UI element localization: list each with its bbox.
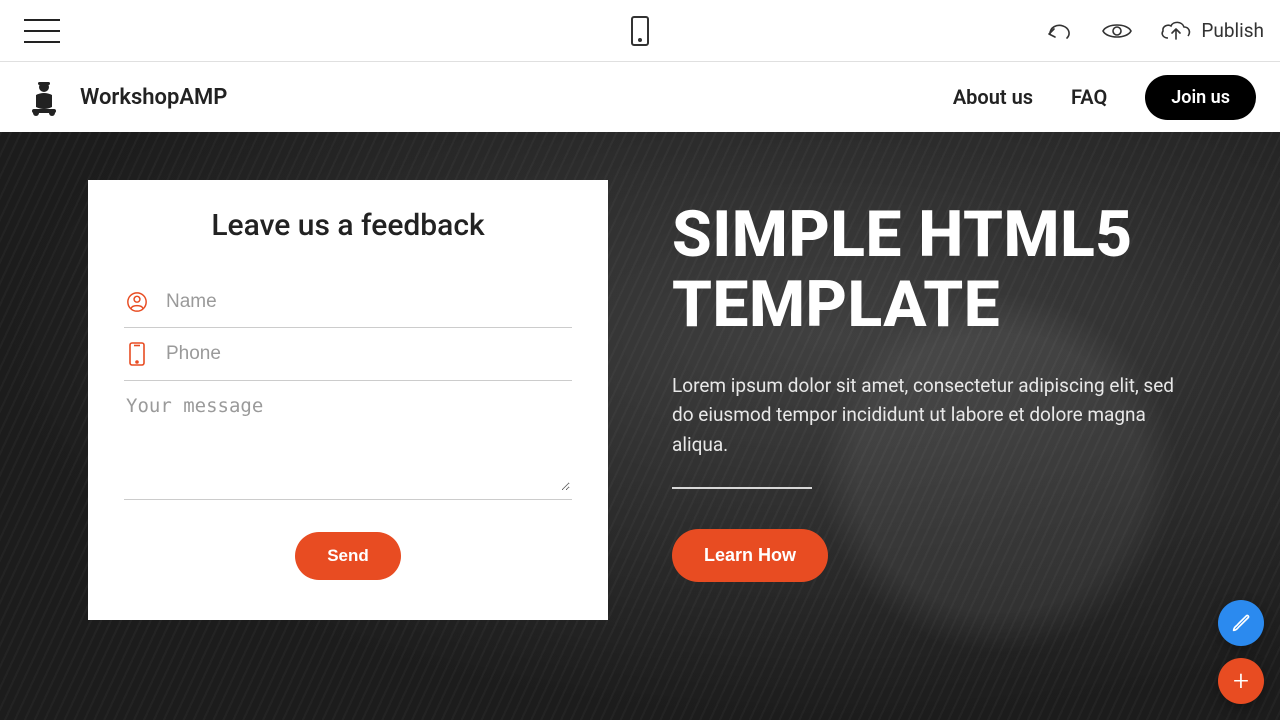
phone-icon: [126, 342, 148, 366]
name-field-row: [124, 277, 572, 328]
editor-toolbar-right: Publish: [1045, 19, 1264, 43]
floating-buttons: +: [1218, 600, 1264, 704]
publish-button[interactable]: Publish: [1159, 19, 1264, 43]
mobile-device-icon: [631, 16, 649, 46]
feedback-card: Leave us a feedback: [88, 180, 608, 620]
name-input[interactable]: [166, 291, 570, 313]
plus-icon: +: [1233, 667, 1249, 695]
preview-button[interactable]: [1101, 20, 1133, 42]
undo-button[interactable]: [1045, 20, 1075, 42]
phone-input[interactable]: [166, 343, 570, 365]
user-icon: [126, 291, 148, 313]
join-us-button[interactable]: Join us: [1145, 75, 1256, 120]
mechanic-logo-icon: [24, 77, 64, 117]
cloud-upload-icon: [1159, 19, 1193, 43]
hero-divider: [672, 487, 812, 489]
hero-body: Lorem ipsum dolor sit amet, consectetur …: [672, 371, 1190, 459]
device-preview-toggle[interactable]: [631, 16, 649, 46]
add-block-button[interactable]: +: [1218, 658, 1264, 704]
brand[interactable]: WorkshopAMP: [24, 77, 227, 117]
site-header: WorkshopAMP About us FAQ Join us: [0, 62, 1280, 132]
message-textarea[interactable]: [126, 395, 570, 491]
brush-icon: [1230, 612, 1252, 634]
nav-about[interactable]: About us: [953, 85, 1033, 109]
feedback-title: Leave us a feedback: [124, 208, 572, 243]
eye-icon: [1101, 20, 1133, 42]
undo-icon: [1045, 20, 1075, 42]
brand-name: WorkshopAMP: [80, 85, 227, 110]
message-field-row: [124, 381, 572, 500]
hero-title: SIMPLE HTML5 TEMPLATE: [672, 200, 1190, 341]
send-button[interactable]: Send: [295, 532, 401, 580]
nav-faq[interactable]: FAQ: [1071, 85, 1107, 109]
style-button[interactable]: [1218, 600, 1264, 646]
phone-field-row: [124, 328, 572, 381]
editor-toolbar: Publish: [0, 0, 1280, 62]
publish-label: Publish: [1201, 19, 1264, 42]
hero-copy: SIMPLE HTML5 TEMPLATE Lorem ipsum dolor …: [672, 200, 1190, 582]
hamburger-icon[interactable]: [24, 19, 60, 43]
learn-how-button[interactable]: Learn How: [672, 529, 828, 582]
site-nav: About us FAQ Join us: [953, 75, 1256, 120]
hero-section: Leave us a feedback: [0, 132, 1280, 720]
